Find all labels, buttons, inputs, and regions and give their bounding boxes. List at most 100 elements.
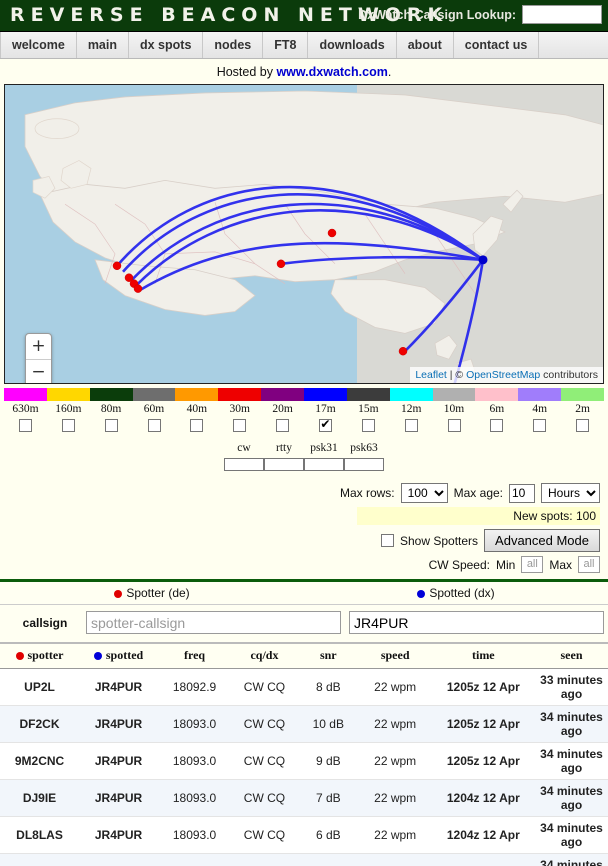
cell-spotted[interactable]: JR4PUR [79, 668, 159, 706]
cell-spotter[interactable]: R9IR [0, 853, 80, 866]
cw-min-input[interactable]: all [521, 556, 544, 573]
mode-label-cw: cw [237, 442, 251, 454]
th-seen[interactable]: seen [535, 644, 608, 669]
cell-speed: 22 wpm [358, 779, 432, 817]
band-checkbox-30m[interactable] [233, 419, 247, 432]
dxwatch-link[interactable]: www.dxwatch.com [276, 65, 387, 79]
cell-spotter[interactable]: 9M2CNC [0, 742, 80, 780]
cell-seen[interactable]: 34 minutes ago [535, 816, 608, 854]
cell-cqdx: CW CQ [231, 779, 298, 817]
nav-item-about[interactable]: about [396, 32, 454, 58]
spots-table: spotter spotted freq cq/dx snr speed tim… [0, 644, 608, 866]
cell-time[interactable]: 1204z 12 Apr [431, 779, 535, 817]
map-zoom-controls[interactable]: + − [25, 333, 52, 383]
cell-spotter[interactable]: DJ9IE [0, 779, 80, 817]
th-cqdx[interactable]: cq/dx [231, 644, 298, 669]
callsign-lookup-input[interactable] [522, 5, 602, 24]
cell-time[interactable]: 1205z 12 Apr [431, 742, 535, 780]
table-row: R9IRJR4PUR18093.0CW CQ8 dB22 wpm1204z 12… [0, 853, 608, 866]
band-checkbox-17m[interactable] [318, 417, 332, 432]
band-checkbox-12m[interactable] [404, 419, 418, 432]
cell-time[interactable]: 1204z 12 Apr [431, 816, 535, 854]
nav-item-ft8[interactable]: FT8 [263, 32, 309, 58]
band-checkbox-15m[interactable] [361, 419, 375, 432]
openstreetmap-link[interactable]: OpenStreetMap [466, 369, 540, 381]
th-freq[interactable]: freq [158, 644, 232, 669]
nav-item-contact-us[interactable]: contact us [453, 32, 540, 58]
nav-item-welcome[interactable]: welcome [0, 32, 77, 58]
map-canvas [5, 85, 603, 383]
band-checkbox-630m[interactable] [18, 419, 32, 432]
cw-max-input[interactable]: all [578, 556, 600, 573]
nav-item-main[interactable]: main [76, 32, 129, 58]
band-checkbox-cell-30m [218, 415, 261, 438]
cell-cqdx: CW CQ [231, 816, 298, 854]
cell-spotted[interactable]: JR4PUR [79, 742, 159, 780]
max-age-unit-select[interactable]: Hours [541, 483, 600, 503]
advanced-mode-button[interactable]: Advanced Mode [484, 529, 600, 552]
cell-seen[interactable]: 33 minutes ago [535, 668, 608, 706]
nav-item-dx-spots[interactable]: dx spots [129, 32, 204, 58]
show-spotters-checkbox[interactable] [381, 534, 394, 547]
nav-item-downloads[interactable]: downloads [308, 32, 397, 58]
zoom-out-button[interactable]: − [26, 360, 51, 383]
th-time[interactable]: time [431, 644, 535, 669]
band-checkbox-20m[interactable] [276, 419, 290, 432]
spotter-column-header: Spotter (de) [0, 586, 304, 600]
mode-label-psk63: psk63 [350, 442, 378, 454]
spotters-mode-row: Show Spotters Advanced Mode [381, 529, 600, 552]
band-color-strip [4, 388, 605, 401]
cell-spotted[interactable]: JR4PUR [79, 853, 159, 866]
max-age-input[interactable] [509, 483, 535, 503]
band-label-160m: 160m [55, 403, 82, 415]
band-color-60m [132, 388, 176, 401]
cell-seen[interactable]: 34 minutes ago [535, 853, 608, 866]
cell-time[interactable]: 1204z 12 Apr [431, 853, 535, 866]
cell-cqdx: CW CQ [231, 705, 298, 743]
th-spotted[interactable]: spotted [79, 644, 159, 669]
band-checkbox-10m[interactable] [447, 419, 461, 432]
mode-checkbox-psk63[interactable] [344, 458, 384, 471]
band-checkbox-160m[interactable] [61, 419, 75, 432]
propagation-map[interactable]: + − Leaflet | © OpenStreetMap contributo… [4, 84, 604, 384]
cell-spotted[interactable]: JR4PUR [79, 779, 159, 817]
nav-item-nodes[interactable]: nodes [203, 32, 264, 58]
mode-checkbox-rtty[interactable] [264, 458, 304, 471]
band-checkbox-40m[interactable] [190, 419, 204, 432]
cell-seen[interactable]: 34 minutes ago [535, 705, 608, 743]
th-spotted-text: spotted [105, 648, 144, 662]
band-checkbox-cell-10m [433, 415, 476, 438]
band-checkbox-4m[interactable] [533, 419, 547, 432]
cell-cqdx: CW CQ [231, 668, 298, 706]
cell-spotted[interactable]: JR4PUR [79, 705, 159, 743]
th-snr[interactable]: snr [297, 644, 359, 669]
cell-spotted[interactable]: JR4PUR [79, 816, 159, 854]
cell-seen[interactable]: 34 minutes ago [535, 779, 608, 817]
band-checkbox-cell-15m [347, 415, 390, 438]
cell-spotter[interactable]: UP2L [0, 668, 80, 706]
band-checkbox-2m[interactable] [576, 419, 590, 432]
leaflet-link[interactable]: Leaflet [415, 369, 447, 381]
band-checkbox-60m[interactable] [147, 419, 161, 432]
th-speed[interactable]: speed [358, 644, 432, 669]
mode-label-rtty: rtty [276, 442, 292, 454]
band-color-40m [175, 388, 219, 401]
cell-seen[interactable]: 34 minutes ago [535, 742, 608, 780]
cell-time[interactable]: 1205z 12 Apr [431, 668, 535, 706]
band-checkbox-6m[interactable] [490, 419, 504, 432]
mode-checkbox-psk31[interactable] [304, 458, 344, 471]
max-rows-select[interactable]: 100 [400, 483, 448, 503]
callsign-lookup-label: DxWatch Callsign Lookup: [358, 7, 516, 22]
mode-checkbox-cw[interactable] [224, 458, 264, 471]
cell-spotter[interactable]: DL8LAS [0, 816, 80, 854]
th-spotter[interactable]: spotter [0, 644, 80, 669]
cell-spotter[interactable]: DF2CK [0, 705, 80, 743]
cell-time[interactable]: 1205z 12 Apr [431, 705, 535, 743]
cell-speed: 22 wpm [358, 705, 432, 743]
spotted-callsign-input[interactable] [349, 611, 604, 634]
band-checkbox-80m[interactable] [104, 419, 118, 432]
nav-filler [539, 32, 608, 58]
cell-cqdx: CW CQ [231, 853, 298, 866]
zoom-in-button[interactable]: + [26, 334, 51, 360]
spotter-callsign-input[interactable] [86, 611, 341, 634]
